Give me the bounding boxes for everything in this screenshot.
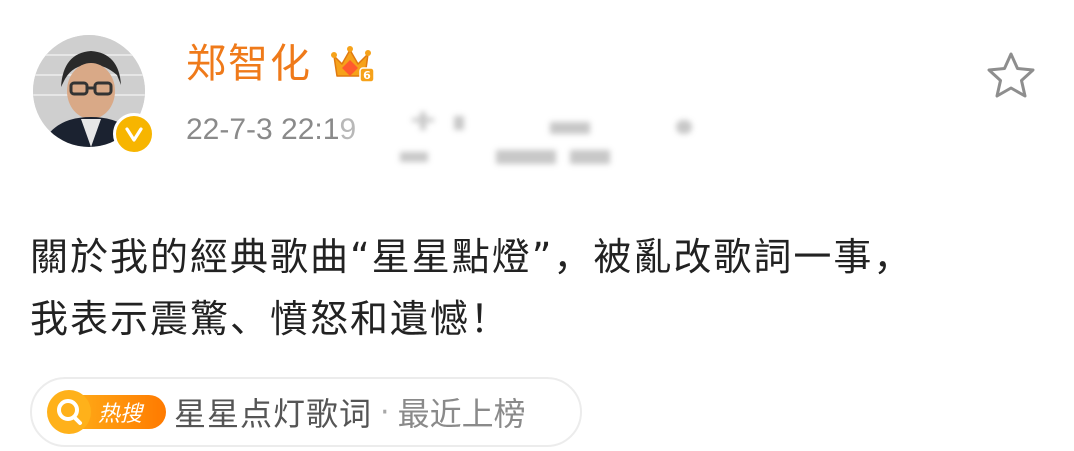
- weibo-post: 郑智化 6 22-7-3 22:19 關於我的經典歌曲“星星點燈”，被亂改歌詞一…: [0, 0, 1074, 451]
- hot-search-chip[interactable]: 热搜 星星点灯歌词 · 最近上榜: [30, 377, 582, 447]
- timestamp-partial: 9: [339, 113, 357, 146]
- verified-v-icon: [125, 127, 143, 142]
- content-line: 關於我的經典歌曲“星星點燈”，被亂改歌詞一事，: [30, 235, 914, 279]
- post-content: 關於我的經典歌曲“星星點燈”，被亂改歌詞一事， 我表示震驚、憤怒和遺憾！: [30, 226, 1040, 350]
- obscured-source: [394, 108, 730, 172]
- favorite-button[interactable]: [984, 50, 1038, 102]
- svg-text:6: 6: [363, 69, 371, 82]
- hot-search-separator: ·: [380, 394, 390, 430]
- author-name[interactable]: 郑智化: [186, 38, 312, 90]
- verified-badge: [113, 113, 155, 155]
- hot-search-rank: 最近上榜: [397, 395, 526, 433]
- avatar-container[interactable]: [33, 35, 155, 155]
- content-line: 我表示震驚、憤怒和遺憾！: [30, 297, 511, 341]
- hot-search-topic: 星星点灯歌词: [174, 395, 373, 433]
- star-icon: [987, 52, 1035, 98]
- hot-search-icon: 热搜: [46, 389, 166, 435]
- crown-icon[interactable]: 6: [330, 42, 376, 86]
- timestamp-text: 22-7-3 22:1: [186, 113, 340, 146]
- hot-search-label: 热搜: [98, 402, 145, 427]
- post-timestamp: 22-7-3 22:19: [186, 110, 356, 150]
